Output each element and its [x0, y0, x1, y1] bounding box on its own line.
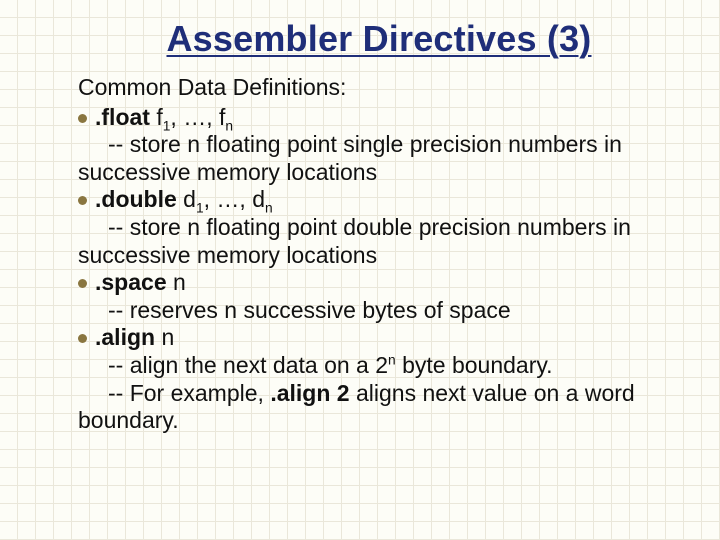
directive-keyword: .space [95, 269, 167, 295]
bullet-item-float: .float f1, …, fn [78, 104, 680, 132]
bullet-icon [78, 279, 87, 288]
example-post: aligns next value on a word [350, 380, 635, 406]
arg-part: f [150, 104, 163, 130]
desc-line-example: -- For example, .align 2 aligns next val… [78, 380, 680, 408]
arg-mid: , …, d [204, 186, 265, 212]
arg-plain: n [167, 269, 186, 295]
desc-line: -- store n floating point single precisi… [78, 131, 680, 159]
desc-line: boundary. [78, 407, 680, 435]
slide-title: Assembler Directives (3) [78, 18, 680, 60]
align-pre: -- align the next data on a 2 [108, 352, 388, 378]
align-post: byte boundary. [396, 352, 553, 378]
directive-keyword: .float [95, 104, 150, 130]
desc-line: successive memory locations [78, 159, 680, 187]
bullet-item-double: .double d1, …, dn [78, 186, 680, 214]
desc-line: -- reserves n successive bytes of space [78, 297, 680, 325]
directive-line: .align n [95, 324, 174, 352]
directive-keyword: .double [95, 186, 177, 212]
desc-line: -- store n floating point double precisi… [78, 214, 680, 242]
align-sup: n [388, 352, 396, 367]
directive-line: .float f1, …, fn [95, 104, 233, 132]
arg-plain: n [155, 324, 174, 350]
arg-mid: , …, f [170, 104, 225, 130]
slide-body: Common Data Definitions: .float f1, …, f… [78, 74, 680, 435]
directive-line: .space n [95, 269, 186, 297]
directive-line: .double d1, …, dn [95, 186, 273, 214]
bullet-icon [78, 334, 87, 343]
intro-line: Common Data Definitions: [78, 74, 680, 102]
bullet-icon [78, 114, 87, 123]
bullet-item-space: .space n [78, 269, 680, 297]
desc-line-align-exp: -- align the next data on a 2n byte boun… [78, 352, 680, 380]
arg-part: d [177, 186, 196, 212]
bullet-icon [78, 196, 87, 205]
directive-keyword: .align [95, 324, 155, 350]
example-pre: -- For example, [108, 380, 270, 406]
bullet-item-align: .align n [78, 324, 680, 352]
slide: Assembler Directives (3) Common Data Def… [0, 0, 720, 540]
example-bold: .align 2 [270, 380, 349, 406]
desc-line: successive memory locations [78, 242, 680, 270]
